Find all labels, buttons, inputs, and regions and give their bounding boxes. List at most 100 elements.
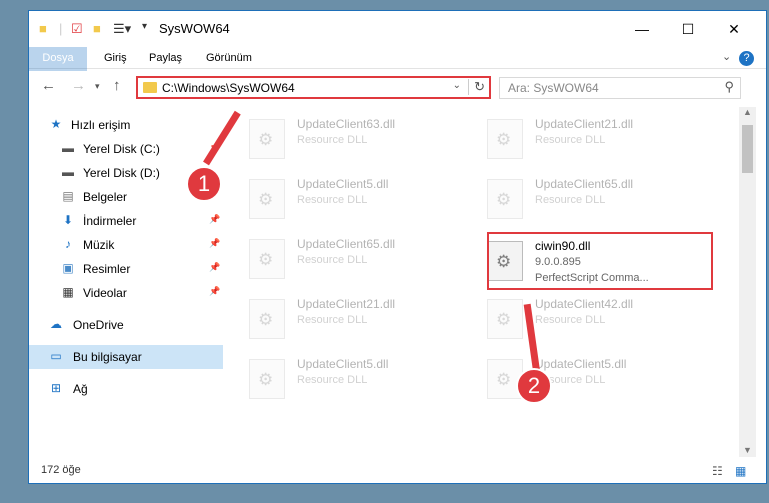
computer-icon: ▭ [50, 349, 62, 363]
file-description: Resource DLL [297, 134, 368, 146]
sidebar-item-label: Yerel Disk (D:) [83, 166, 160, 180]
gear-icon [249, 179, 285, 219]
navigation-pane: ★ Hızlı erişim ▬ Yerel Disk (C:) 📌 ▬ Yer… [29, 107, 229, 457]
search-input[interactable]: Ara: SysWOW64 ⚲ [499, 77, 741, 99]
separator-icon: | [59, 21, 63, 36]
tab-share[interactable]: Paylaş [140, 47, 191, 69]
file-description: Resource DLL [297, 314, 368, 326]
sidebar-item-onedrive[interactable]: ☁ OneDrive [29, 313, 223, 337]
sidebar-item-this-pc[interactable]: ▭ Bu bilgisayar [29, 345, 223, 369]
sidebar-item-label: Bu bilgisayar [73, 350, 142, 364]
sidebar-item-downloads[interactable]: ⬇ İndirmeler 📌 [29, 209, 223, 233]
sidebar-item-videos[interactable]: ▦ Videolar 📌 [29, 281, 223, 305]
list-item[interactable]: UpdateClient63.dll Resource DLL [229, 111, 459, 167]
window-title: SysWOW64 [159, 21, 230, 36]
search-icon[interactable]: ⚲ [724, 79, 734, 95]
maximize-button[interactable]: ☐ [665, 11, 711, 47]
pin-icon[interactable]: 📌 [209, 286, 220, 297]
file-name: UpdateClient21.dll [535, 117, 634, 131]
sidebar-item-network[interactable]: ⊞ Ağ [29, 377, 223, 401]
sidebar-item-label: Hızlı erişim [71, 118, 131, 132]
gear-icon [249, 299, 285, 339]
file-description: Resource DLL [535, 134, 606, 146]
back-icon[interactable]: ← [41, 77, 56, 94]
help-icon[interactable]: ? [739, 51, 754, 66]
pin-icon[interactable]: 📌 [209, 238, 220, 249]
address-bar[interactable]: C:\Windows\SysWOW64 ⌄ ↻ [136, 76, 491, 99]
file-name: UpdateClient5.dll [297, 357, 389, 371]
list-item[interactable]: UpdateClient65.dll Resource DLL [229, 231, 459, 287]
list-item[interactable]: UpdateClient21.dll Resource DLL [229, 291, 459, 347]
tab-home[interactable]: Giriş [95, 47, 136, 69]
file-name: UpdateClient21.dll [297, 297, 396, 311]
list-item[interactable]: UpdateClient5.dll Resource DLL [229, 171, 459, 227]
file-description: Resource DLL [297, 374, 368, 386]
chevron-down-icon[interactable]: ⌄ [722, 50, 731, 63]
sidebar-item-label: Videolar [83, 286, 127, 300]
file-description: Resource DLL [297, 254, 368, 266]
new-folder-icon[interactable]: ■ [93, 21, 101, 36]
close-button[interactable]: ✕ [711, 11, 757, 47]
picture-icon: ▣ [62, 261, 74, 275]
gear-icon [487, 299, 523, 339]
scroll-thumb[interactable] [742, 125, 753, 173]
drive-icon: ▬ [62, 141, 74, 155]
download-icon: ⬇ [62, 213, 74, 227]
ribbon-tabs: Dosya Giriş Paylaş Görünüm ⌄ ? [29, 47, 766, 103]
pin-icon[interactable]: 📌 [209, 262, 220, 273]
list-item[interactable]: UpdateClient5.dll Resource DLL [229, 351, 459, 407]
scroll-up-icon[interactable]: ▲ [743, 107, 752, 117]
details-view-icon[interactable]: ☷ [712, 464, 723, 478]
sidebar-item-quick-access[interactable]: ★ Hızlı erişim [29, 113, 223, 137]
cloud-icon: ☁ [50, 317, 62, 331]
forward-icon[interactable]: → [71, 77, 86, 94]
sidebar-item-pictures[interactable]: ▣ Resimler 📌 [29, 257, 223, 281]
vertical-scrollbar[interactable]: ▲ ▼ [739, 107, 756, 457]
sidebar-item-label: Müzik [83, 238, 115, 252]
sidebar-item-local-disk-c[interactable]: ▬ Yerel Disk (C:) 📌 [29, 137, 223, 161]
file-name: UpdateClient42.dll [535, 297, 634, 311]
minimize-button[interactable]: — [619, 11, 665, 47]
recent-locations-icon[interactable]: ▾ [95, 81, 100, 92]
gear-icon [249, 359, 285, 399]
large-icons-view-icon[interactable]: ▦ [735, 464, 746, 478]
drive-icon: ▬ [62, 165, 74, 179]
file-name: UpdateClient65.dll [535, 177, 634, 191]
sidebar-item-label: OneDrive [73, 318, 124, 332]
search-placeholder: Ara: SysWOW64 [508, 81, 599, 95]
sidebar-item-label: Belgeler [83, 190, 128, 204]
file-description: Resource DLL [297, 194, 368, 206]
file-description: Resource DLL [535, 194, 606, 206]
item-count: 172 öğe [41, 464, 81, 476]
file-name: UpdateClient63.dll [297, 117, 396, 131]
status-bar: 172 öğe ☷ ▦ [29, 457, 766, 483]
scroll-down-icon[interactable]: ▼ [743, 445, 752, 455]
chevron-down-icon[interactable]: ⌄ [453, 80, 461, 91]
file-name: UpdateClient5.dll [297, 177, 389, 191]
navigation-bar: ← → ▾ ↑ C:\Windows\SysWOW64 ⌄ ↻ Ara: Sys… [29, 71, 766, 103]
tab-view[interactable]: Görünüm [197, 47, 261, 69]
video-icon: ▦ [62, 285, 74, 299]
pin-icon[interactable]: 📌 [209, 214, 220, 225]
customize-icon[interactable]: ☰▾ [113, 21, 131, 37]
up-icon[interactable]: ↑ [113, 77, 121, 94]
file-name: UpdateClient5.dll [535, 357, 627, 371]
gear-icon [249, 119, 285, 159]
sidebar-item-label: Ağ [73, 382, 88, 396]
refresh-icon[interactable]: ↻ [468, 79, 485, 95]
address-path: C:\Windows\SysWOW64 [162, 81, 295, 95]
gear-icon [487, 119, 523, 159]
file-name: UpdateClient65.dll [297, 237, 396, 251]
properties-icon[interactable]: ☑ [71, 21, 83, 37]
sidebar-item-label: İndirmeler [83, 214, 137, 228]
network-icon: ⊞ [50, 381, 62, 395]
chevron-down-icon[interactable]: ▾ [142, 21, 147, 32]
sidebar-item-label: Resimler [83, 262, 131, 276]
list-item[interactable]: UpdateClient21.dll Resource DLL [467, 111, 697, 167]
list-item[interactable]: UpdateClient5.dll Resource DLL [467, 351, 697, 407]
star-icon: ★ [50, 117, 62, 131]
list-item[interactable]: UpdateClient65.dll Resource DLL [467, 171, 697, 227]
gear-icon [487, 179, 523, 219]
sidebar-item-music[interactable]: ♪ Müzik 📌 [29, 233, 223, 257]
list-item[interactable]: UpdateClient42.dll Resource DLL [467, 291, 697, 347]
